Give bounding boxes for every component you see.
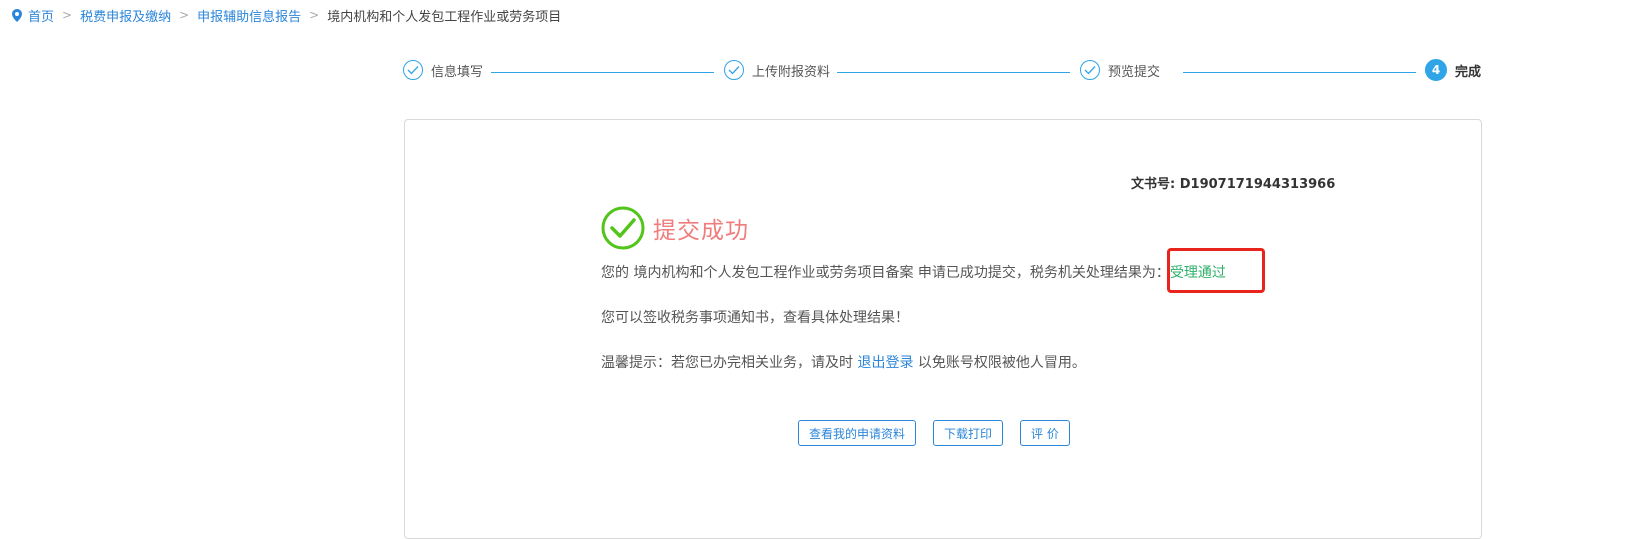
view-application-button[interactable]: 查看我的申请资料 xyxy=(798,420,917,446)
success-title: 提交成功 xyxy=(653,218,749,244)
breadcrumb-separator: > xyxy=(309,8,320,22)
breadcrumb-tax-declaration-link[interactable]: 税费申报及缴纳 xyxy=(80,6,171,25)
check-icon xyxy=(403,60,423,80)
check-icon xyxy=(724,60,744,80)
action-buttons: 查看我的申请资料 下载打印 评 价 xyxy=(798,420,1087,446)
document-number-label: 文书号: xyxy=(1131,177,1176,192)
breadcrumb: 首页 > 税费申报及缴纳 > 申报辅助信息报告 > 境内机构和个人发包工程作业或… xyxy=(12,6,562,25)
tip-prefix: 温馨提示：若您已办完相关业务，请及时 xyxy=(601,355,858,371)
step-upload: 上传附报资料 xyxy=(724,60,830,80)
document-number-value: D1907171944313966 xyxy=(1179,177,1336,192)
progress-steps: 信息填写 上传附报资料 预览提交 4 完成 xyxy=(403,59,1488,86)
location-pin-icon xyxy=(12,8,22,22)
result-message: 您的 境内机构和个人发包工程作业或劳务项目备案 申请已成功提交，税务机关处理结果… xyxy=(601,262,1226,282)
step-label: 上传附报资料 xyxy=(752,64,831,80)
success-check-icon xyxy=(601,206,645,250)
breadcrumb-separator: > xyxy=(62,8,73,22)
status-highlight-box xyxy=(1167,248,1265,293)
breadcrumb-auxiliary-report-link[interactable]: 申报辅助信息报告 xyxy=(197,6,301,25)
step-label: 完成 xyxy=(1455,64,1482,80)
breadcrumb-current: 境内机构和个人发包工程作业或劳务项目 xyxy=(327,9,562,25)
download-print-button[interactable]: 下载打印 xyxy=(933,420,1004,446)
step-preview-submit: 预览提交 xyxy=(1080,60,1160,80)
step-label: 信息填写 xyxy=(431,64,484,80)
success-header: 提交成功 xyxy=(601,206,749,250)
check-icon xyxy=(1080,60,1100,80)
step-connector xyxy=(837,72,1070,73)
breadcrumb-separator: > xyxy=(179,8,190,22)
breadcrumb-home-link[interactable]: 首页 xyxy=(28,6,54,25)
tip-suffix: 以免账号权限被他人冒用。 xyxy=(913,355,1086,371)
result-message-text: 您的 境内机构和个人发包工程作业或劳务项目备案 申请已成功提交，税务机关处理结果… xyxy=(601,265,1170,281)
tip-message: 温馨提示：若您已办完相关业务，请及时 退出登录 以免账号权限被他人冒用。 xyxy=(601,352,1086,372)
logout-link[interactable]: 退出登录 xyxy=(857,355,913,371)
document-number: 文书号: D1907171944313966 xyxy=(1131,173,1335,192)
step-connector xyxy=(491,72,714,73)
notice-message: 您可以签收税务事项通知书，查看具体处理结果！ xyxy=(601,310,909,326)
rate-button[interactable]: 评 价 xyxy=(1020,420,1070,446)
step-info-fill: 信息填写 xyxy=(403,60,483,80)
step-number: 4 xyxy=(1425,59,1447,81)
step-connector xyxy=(1183,72,1416,73)
step-label: 预览提交 xyxy=(1108,64,1161,80)
step-complete: 4 完成 xyxy=(1425,59,1481,81)
